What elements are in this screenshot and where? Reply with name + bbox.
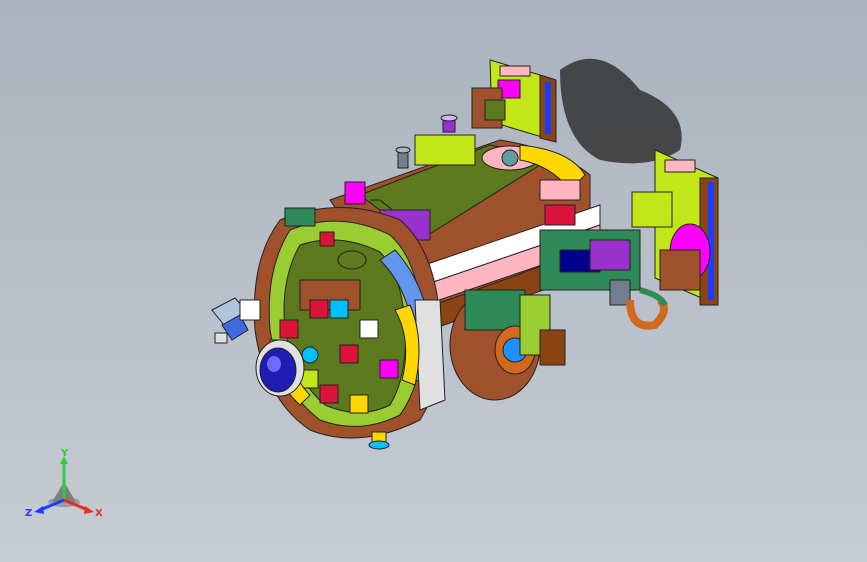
axis-triad: Y X Z	[24, 448, 104, 524]
lower-flange	[449, 289, 566, 401]
x-axis-label: X	[95, 508, 103, 519]
x-axis-arrow	[84, 506, 94, 514]
front-foot	[368, 431, 390, 450]
top-knobs	[395, 114, 476, 169]
z-axis-arrow	[34, 506, 44, 514]
y-axis-label: Y	[60, 448, 69, 459]
model-shadow	[560, 58, 682, 164]
front-dome	[253, 207, 446, 439]
axis-triad-graphic: Y X Z	[25, 448, 103, 519]
rear-frame-lower	[631, 149, 719, 306]
cad-model[interactable]	[0, 0, 867, 562]
z-axis-label: Z	[25, 508, 32, 519]
3d-viewport[interactable]: Y X Z	[0, 0, 867, 562]
right-mechanism	[539, 229, 668, 330]
front-connector	[211, 297, 261, 344]
rear-frame-upper	[471, 59, 557, 143]
